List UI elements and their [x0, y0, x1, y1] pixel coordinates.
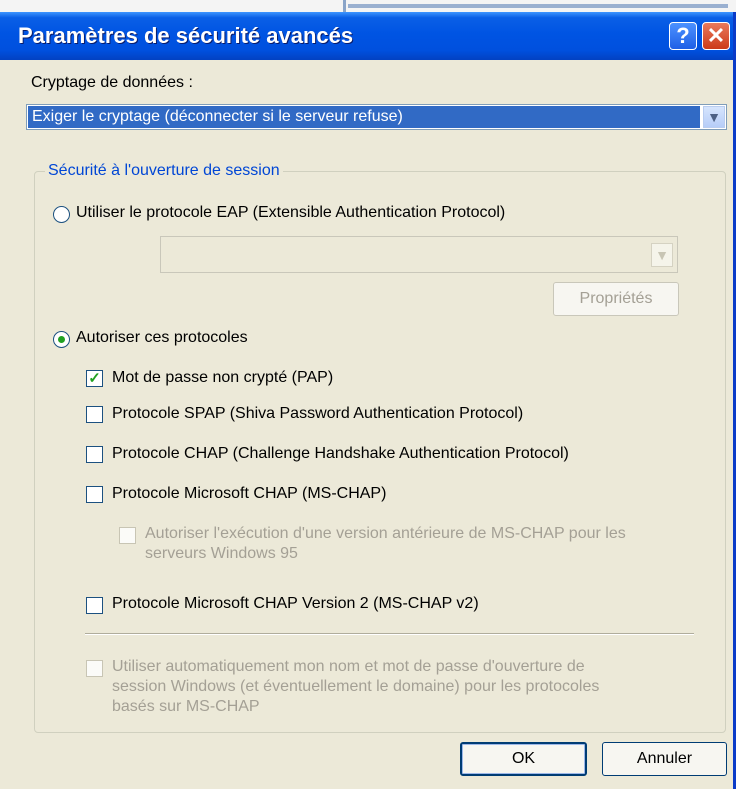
background-window-strip	[0, 0, 736, 12]
auto-logon-line-3: basés sur MS-CHAP	[112, 698, 260, 715]
chap-checkbox[interactable]	[86, 446, 103, 463]
separator-line	[85, 633, 694, 635]
eap-type-select: ▼	[160, 236, 678, 273]
radio-selected-dot	[58, 336, 65, 343]
chap-label[interactable]: Protocole CHAP (Challenge Handshake Auth…	[112, 445, 569, 463]
dialog-title: Paramètres de sécurité avancés	[18, 23, 354, 48]
spap-label[interactable]: Protocole SPAP (Shiva Password Authentic…	[112, 405, 523, 423]
encryption-selected-value: Exiger le cryptage (déconnecter si le se…	[28, 106, 700, 128]
allow-protocols-radio[interactable]	[53, 331, 70, 348]
mschap-legacy-line-2: serveurs Windows 95	[145, 545, 298, 562]
mschap-v2-label[interactable]: Protocole Microsoft CHAP Version 2 (MS-C…	[112, 595, 479, 613]
auto-logon-label: Utiliser automatiquement mon nom et mot …	[112, 657, 599, 717]
spap-checkbox[interactable]	[86, 406, 103, 423]
title-bar[interactable]: Paramètres de sécurité avancés ? ✕	[0, 12, 733, 60]
eap-radio[interactable]	[53, 206, 70, 223]
mschap-legacy-checkbox	[119, 527, 136, 544]
mschap-legacy-line-1: Autoriser l'exécution d'une version anté…	[145, 525, 626, 542]
pap-label[interactable]: Mot de passe non crypté (PAP)	[112, 369, 333, 387]
mschap-v2-checkbox[interactable]	[86, 597, 103, 614]
auto-logon-line-2: session Windows (et éventuellement le do…	[112, 678, 600, 695]
mschap-checkbox[interactable]	[86, 486, 103, 503]
logon-security-legend: Sécurité à l'ouverture de session	[45, 162, 283, 180]
mschap-legacy-label: Autoriser l'exécution d'une version anté…	[145, 524, 626, 564]
properties-button: Propriétés	[553, 282, 679, 316]
allow-protocols-label[interactable]: Autoriser ces protocoles	[76, 329, 248, 347]
close-button[interactable]: ✕	[702, 22, 730, 50]
eap-radio-label[interactable]: Utiliser le protocole EAP (Extensible Au…	[76, 204, 505, 222]
auto-logon-line-1: Utiliser automatiquement mon nom et mot …	[112, 658, 585, 675]
encryption-select[interactable]: Exiger le cryptage (déconnecter si le se…	[26, 104, 727, 130]
cancel-button[interactable]: Annuler	[602, 742, 727, 776]
mschap-label[interactable]: Protocole Microsoft CHAP (MS-CHAP)	[112, 485, 386, 503]
encryption-label: Cryptage de données :	[31, 74, 193, 91]
background-divider	[343, 0, 346, 12]
chevron-down-icon[interactable]: ▼	[703, 106, 725, 128]
help-button[interactable]: ?	[669, 22, 697, 50]
pap-checkbox[interactable]: ✓	[86, 370, 103, 387]
chevron-down-icon: ▼	[651, 243, 673, 267]
auto-logon-checkbox	[86, 660, 103, 677]
background-bar	[348, 4, 728, 8]
ok-button[interactable]: OK	[460, 742, 587, 776]
